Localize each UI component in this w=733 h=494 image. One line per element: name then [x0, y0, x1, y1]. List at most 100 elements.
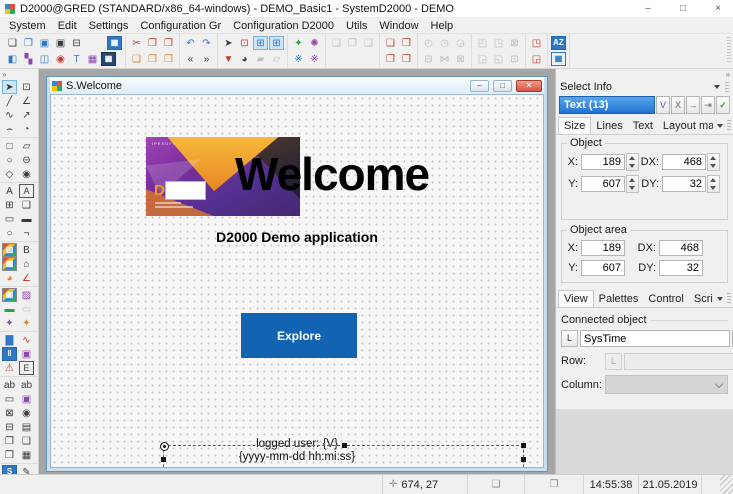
tab-palettes[interactable]: Palettes [594, 291, 644, 307]
corner-line-tool[interactable]: ¬ [19, 226, 34, 240]
selection-handle[interactable] [521, 443, 526, 448]
toolbar-grip[interactable] [727, 37, 731, 63]
view-tab-dropdown-icon[interactable] [716, 295, 724, 303]
center-both[interactable]: ⊡ [507, 52, 522, 66]
parallelogram-tool[interactable]: ▱ [19, 139, 34, 153]
scheme-window-titlebar[interactable]: S.Welcome – □ ✕ [50, 77, 544, 94]
clear-button[interactable]: X [671, 96, 685, 114]
selection-handle[interactable] [521, 457, 526, 462]
color-palette-tool[interactable]: ▦ [2, 257, 17, 271]
window-item-tool[interactable]: ❐ [2, 434, 17, 448]
zoom[interactable]: ◕ [237, 52, 252, 66]
text-entry-tool[interactable]: ab [2, 378, 17, 392]
tab-lines[interactable]: Lines [591, 118, 627, 134]
confirm-button[interactable]: ✓ [716, 96, 730, 114]
text-entry2-tool[interactable]: ab [19, 378, 34, 392]
erase[interactable]: ▰ [253, 52, 268, 66]
select-info-grip[interactable] [725, 82, 729, 92]
welcome-heading[interactable]: Welcome [235, 147, 429, 201]
explore-button[interactable]: Explore [241, 313, 357, 358]
menu-system[interactable]: System [3, 20, 52, 32]
object-dx-input[interactable] [662, 154, 706, 170]
tab-script[interactable]: Script [689, 291, 713, 307]
windmill-graph2-tool[interactable]: ✦ [19, 316, 34, 330]
edit-script-tool[interactable]: ✎ [19, 465, 34, 474]
window-text[interactable]: T [69, 52, 84, 66]
bar-graph-tool[interactable]: ▇ [2, 333, 17, 347]
flat-ellipse-tool[interactable]: ⊖ [19, 153, 34, 167]
tab-control[interactable]: Control [643, 291, 688, 307]
same-height[interactable]: ◳ [491, 36, 506, 50]
color-box-tool[interactable]: ▣ [2, 288, 17, 302]
scheme-settings[interactable]: ▦ [107, 36, 122, 50]
tab-size[interactable]: Size [558, 117, 591, 134]
object-x-spinner[interactable] [626, 153, 639, 171]
group[interactable]: ❏ [329, 36, 344, 50]
area-y-input[interactable] [581, 260, 625, 276]
area-dy-input[interactable] [659, 260, 703, 276]
panel-pin-icon[interactable]: » [726, 70, 730, 79]
previous[interactable]: « [183, 52, 198, 66]
menu-configuration-d2000[interactable]: Configuration D2000 [227, 20, 340, 32]
menu-utils[interactable]: Utils [340, 20, 373, 32]
window-cad[interactable]: ▦ [101, 52, 116, 66]
paste[interactable]: ❒ [161, 36, 176, 50]
object-dy-input[interactable] [662, 176, 706, 192]
center-vertical[interactable]: ◱ [491, 52, 506, 66]
print[interactable]: ⊟ [69, 36, 84, 50]
checkbox-tool[interactable]: ⊠ [2, 406, 17, 420]
connected-object-l-button[interactable]: L [561, 330, 578, 347]
tab-strip-grip[interactable] [727, 120, 731, 130]
cut[interactable]: ✂ [129, 36, 144, 50]
close-button[interactable]: × [703, 0, 733, 17]
svt-script-tool[interactable]: S [2, 465, 17, 474]
open-parent[interactable]: ◲ [529, 52, 544, 66]
menu-settings[interactable]: Settings [83, 20, 135, 32]
pause-control-tool[interactable]: ‖ [2, 347, 17, 361]
area-dx-input[interactable] [659, 240, 703, 256]
new-scheme[interactable]: ❏ [5, 36, 20, 50]
line-chart-tool[interactable]: ∿ [19, 333, 34, 347]
clipboard-item-tool[interactable]: ❒ [2, 448, 17, 462]
slider-tool[interactable]: ▭ [19, 302, 34, 316]
menu-configuration-gr[interactable]: Configuration Gr [134, 20, 227, 32]
window-colors[interactable]: ▚ [21, 52, 36, 66]
text-frame-tool[interactable]: A [19, 184, 34, 198]
line-tool[interactable]: ╱ [2, 94, 17, 108]
close-scheme[interactable]: ◳ [529, 36, 544, 50]
tab-strip-dropdown-icon[interactable] [716, 122, 724, 130]
row-l-button[interactable]: L [605, 353, 622, 370]
send-to-back[interactable]: ❒ [399, 36, 414, 50]
snap-to-grid[interactable]: ⊞ [269, 36, 284, 50]
scheme-restore-button[interactable]: □ [493, 80, 512, 92]
bring-to-front[interactable]: ❏ [383, 36, 398, 50]
maximize-button[interactable]: □ [668, 0, 698, 17]
arc-tool[interactable]: ⌢ [2, 122, 17, 136]
view-tab-grip[interactable] [727, 293, 731, 303]
object-dx-spinner[interactable] [707, 153, 720, 171]
grid-properties[interactable]: ▦ [551, 52, 566, 66]
radio-button-tool[interactable]: ◉ [19, 406, 34, 420]
pointer-mode[interactable]: ➤ [221, 36, 236, 50]
text-tool[interactable]: A [2, 184, 17, 198]
area-x-input[interactable] [581, 240, 625, 256]
rotate-left[interactable]: ◴ [421, 36, 436, 50]
rectangle-tool[interactable]: □ [2, 139, 17, 153]
table-tool[interactable]: ⊞ [2, 198, 17, 212]
menu-window[interactable]: Window [373, 20, 424, 32]
selected-object-field[interactable]: Text (13) [559, 96, 655, 114]
tab-layout-manager[interactable]: Layout manager [658, 118, 713, 134]
last-object-button[interactable]: ⇥ [701, 96, 715, 114]
resize-grip[interactable] [720, 475, 733, 494]
menu-edit[interactable]: Edit [52, 20, 83, 32]
factory-tool[interactable]: ⌂ [19, 257, 34, 271]
list-box-tool[interactable]: ▤ [19, 420, 34, 434]
polyline-tool[interactable]: ∠ [19, 94, 34, 108]
next-object-button[interactable]: → [686, 96, 700, 114]
combo-box-tool[interactable]: ⊟ [2, 420, 17, 434]
picture-box-tool[interactable]: ▣ [19, 347, 34, 361]
tab-view[interactable]: View [558, 290, 594, 307]
window-columns[interactable]: ◧ [5, 52, 20, 66]
erase-all[interactable]: ▱ [269, 52, 284, 66]
same-size[interactable]: ⊠ [507, 36, 522, 50]
